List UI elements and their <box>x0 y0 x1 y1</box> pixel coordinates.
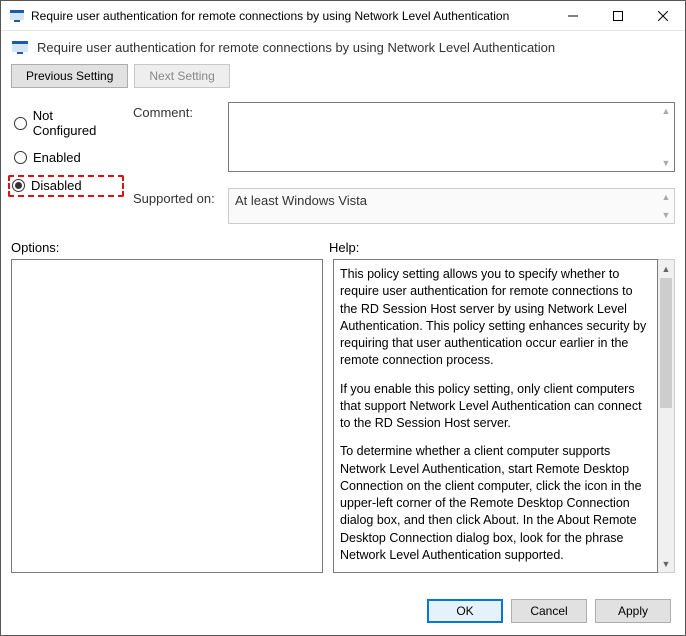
window-title: Require user authentication for remote c… <box>31 9 550 23</box>
help-paragraph: To determine whether a client computer s… <box>340 443 651 564</box>
policy-header: Require user authentication for remote c… <box>1 31 685 62</box>
comment-input[interactable]: ▲ ▼ <box>228 102 675 172</box>
chevron-up-icon: ▲ <box>660 105 672 117</box>
dialog-footer: OK Cancel Apply <box>1 587 685 635</box>
comment-row: Comment: ▲ ▼ <box>133 102 675 172</box>
policy-title: Require user authentication for remote c… <box>37 40 555 55</box>
help-label: Help: <box>329 240 359 255</box>
radio-label: Enabled <box>33 150 81 165</box>
chevron-down-icon: ▼ <box>660 157 672 169</box>
radio-label: Not Configured <box>33 108 118 138</box>
apply-button[interactable]: Apply <box>595 599 671 623</box>
maximize-button[interactable] <box>595 1 640 30</box>
minimize-icon <box>568 11 578 21</box>
radio-not-configured[interactable]: Not Configured <box>11 106 121 140</box>
fields-column: Comment: ▲ ▼ Supported on: At least Wind… <box>133 102 675 224</box>
supported-row: Supported on: At least Windows Vista ▲ ▼ <box>133 188 675 224</box>
supported-label: Supported on: <box>133 188 228 206</box>
maximize-icon <box>613 11 623 21</box>
previous-setting-button[interactable]: Previous Setting <box>11 64 128 88</box>
radio-enabled[interactable]: Enabled <box>11 148 121 167</box>
help-paragraph: This policy setting allows you to specif… <box>340 266 651 370</box>
help-panel: This policy setting allows you to specif… <box>333 259 658 573</box>
nav-row: Previous Setting Next Setting <box>1 62 685 98</box>
scroll-down-icon[interactable]: ▼ <box>658 555 674 572</box>
window-controls <box>550 1 685 30</box>
supported-value: At least Windows Vista <box>235 193 367 208</box>
options-label: Options: <box>11 240 329 255</box>
minimize-button[interactable] <box>550 1 595 30</box>
supported-on-field: At least Windows Vista ▲ ▼ <box>228 188 675 224</box>
policy-icon <box>9 8 25 24</box>
top-section: Not Configured Enabled Disabled Comment:… <box>1 98 685 228</box>
radio-icon <box>14 151 27 164</box>
help-paragraph: If you enable this policy setting, only … <box>340 381 651 433</box>
radio-icon <box>12 179 25 192</box>
help-scrollbar[interactable]: ▲ ▼ <box>658 259 675 573</box>
policy-object-icon <box>11 38 29 56</box>
scroll-thumb[interactable] <box>660 278 672 408</box>
next-setting-button: Next Setting <box>134 64 229 88</box>
radio-icon <box>14 117 27 130</box>
close-icon <box>658 11 668 21</box>
scroll-up-icon[interactable]: ▲ <box>658 260 674 277</box>
cancel-button[interactable]: Cancel <box>511 599 587 623</box>
ok-button[interactable]: OK <box>427 599 503 623</box>
titlebar: Require user authentication for remote c… <box>1 1 685 31</box>
panels: This policy setting allows you to specif… <box>1 259 685 587</box>
comment-label: Comment: <box>133 102 228 120</box>
radio-disabled[interactable]: Disabled <box>8 175 124 197</box>
state-radio-group: Not Configured Enabled Disabled <box>11 102 121 224</box>
options-panel <box>11 259 323 573</box>
chevron-down-icon: ▼ <box>660 209 672 221</box>
close-button[interactable] <box>640 1 685 30</box>
policy-editor-window: Require user authentication for remote c… <box>0 0 686 636</box>
radio-label: Disabled <box>31 178 82 193</box>
panel-labels: Options: Help: <box>1 228 685 259</box>
help-panel-wrap: This policy setting allows you to specif… <box>333 259 675 573</box>
chevron-up-icon: ▲ <box>660 191 672 203</box>
